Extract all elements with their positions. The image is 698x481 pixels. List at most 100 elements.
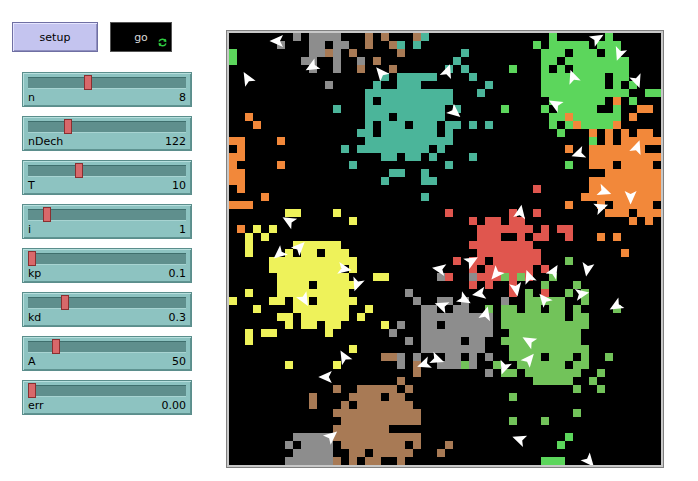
slider[interactable]: i1 — [22, 204, 192, 239]
patch — [269, 225, 277, 233]
slider-track[interactable] — [28, 77, 186, 89]
patch — [621, 73, 629, 81]
patch — [637, 105, 645, 113]
slider-handle[interactable] — [28, 251, 36, 266]
patch — [405, 153, 413, 161]
patch — [597, 65, 605, 73]
slider-label: A — [28, 356, 36, 368]
slider-track[interactable] — [28, 297, 186, 309]
patch — [421, 145, 429, 153]
patch — [333, 289, 341, 297]
slider-handle[interactable] — [43, 207, 51, 222]
patch — [317, 281, 325, 289]
slider-track[interactable] — [28, 253, 186, 265]
patch — [589, 185, 597, 193]
slider[interactable]: n8 — [22, 72, 192, 107]
slider-value: 122 — [165, 136, 186, 148]
patch — [629, 97, 637, 105]
patch — [317, 441, 325, 449]
slider[interactable]: kd0.3 — [22, 292, 192, 327]
patch — [541, 225, 549, 233]
patch — [485, 265, 493, 273]
setup-button[interactable]: setup — [12, 22, 98, 52]
turtle-arrow-icon — [575, 287, 590, 301]
patch — [477, 345, 485, 353]
patch — [621, 169, 629, 177]
patch — [445, 321, 453, 329]
patch — [301, 449, 309, 457]
patch — [381, 113, 389, 121]
slider[interactable]: err0.00 — [22, 380, 192, 415]
slider-handle[interactable] — [84, 75, 92, 90]
patch — [509, 305, 517, 313]
patch — [317, 41, 325, 49]
slider-track[interactable] — [28, 165, 186, 177]
slider[interactable]: A50 — [22, 336, 192, 371]
patch — [637, 169, 645, 177]
patch — [581, 89, 589, 97]
patch — [565, 41, 573, 49]
patch — [357, 433, 365, 441]
patch — [397, 49, 405, 57]
slider-track[interactable] — [28, 209, 186, 221]
patch — [405, 73, 413, 81]
patch — [501, 313, 509, 321]
patch — [573, 97, 581, 105]
patch — [477, 329, 485, 337]
patch — [485, 121, 493, 129]
patch — [589, 193, 597, 201]
turtle-arrow-icon — [581, 453, 599, 465]
patch — [413, 121, 421, 129]
patch — [597, 177, 605, 185]
patch — [405, 129, 413, 137]
slider-handle[interactable] — [64, 119, 72, 134]
patch — [581, 105, 589, 113]
patch — [445, 129, 453, 137]
patch — [437, 145, 445, 153]
patch — [637, 129, 645, 137]
button-label: go — [134, 31, 148, 44]
patch — [581, 57, 589, 65]
go-button[interactable]: go — [110, 22, 172, 52]
patch — [365, 129, 373, 137]
turtle-arrow-icon — [629, 73, 645, 90]
slider[interactable]: kp0.1 — [22, 248, 192, 283]
patch — [525, 313, 533, 321]
patch — [469, 329, 477, 337]
patch — [557, 337, 565, 345]
patch — [477, 337, 485, 345]
slider-track[interactable] — [28, 341, 186, 353]
patch — [309, 313, 317, 321]
slider-track[interactable] — [28, 121, 186, 133]
patch — [237, 177, 245, 185]
world-view[interactable] — [227, 31, 663, 467]
slider-handle[interactable] — [75, 163, 83, 178]
patch — [557, 113, 565, 121]
patch — [565, 233, 573, 241]
patch — [349, 345, 357, 353]
patch — [653, 153, 661, 161]
patch — [453, 353, 461, 361]
patch — [541, 81, 549, 89]
patch — [309, 433, 317, 441]
patch — [381, 97, 389, 105]
patch — [557, 65, 565, 73]
patch — [421, 89, 429, 97]
slider-handle[interactable] — [28, 383, 36, 398]
slider-track[interactable] — [28, 385, 186, 397]
patch — [373, 145, 381, 153]
slider-handle[interactable] — [52, 339, 60, 354]
patch — [653, 193, 661, 201]
patch — [333, 41, 341, 49]
patch — [621, 57, 629, 65]
patch — [365, 393, 373, 401]
patch — [293, 457, 301, 465]
slider-handle[interactable] — [61, 295, 69, 310]
patch — [469, 121, 477, 129]
turtle-arrow-icon — [607, 298, 625, 315]
patch — [549, 305, 557, 313]
slider[interactable]: T10 — [22, 160, 192, 195]
patch — [621, 145, 629, 153]
patch — [325, 289, 333, 297]
slider[interactable]: nDech122 — [22, 116, 192, 151]
